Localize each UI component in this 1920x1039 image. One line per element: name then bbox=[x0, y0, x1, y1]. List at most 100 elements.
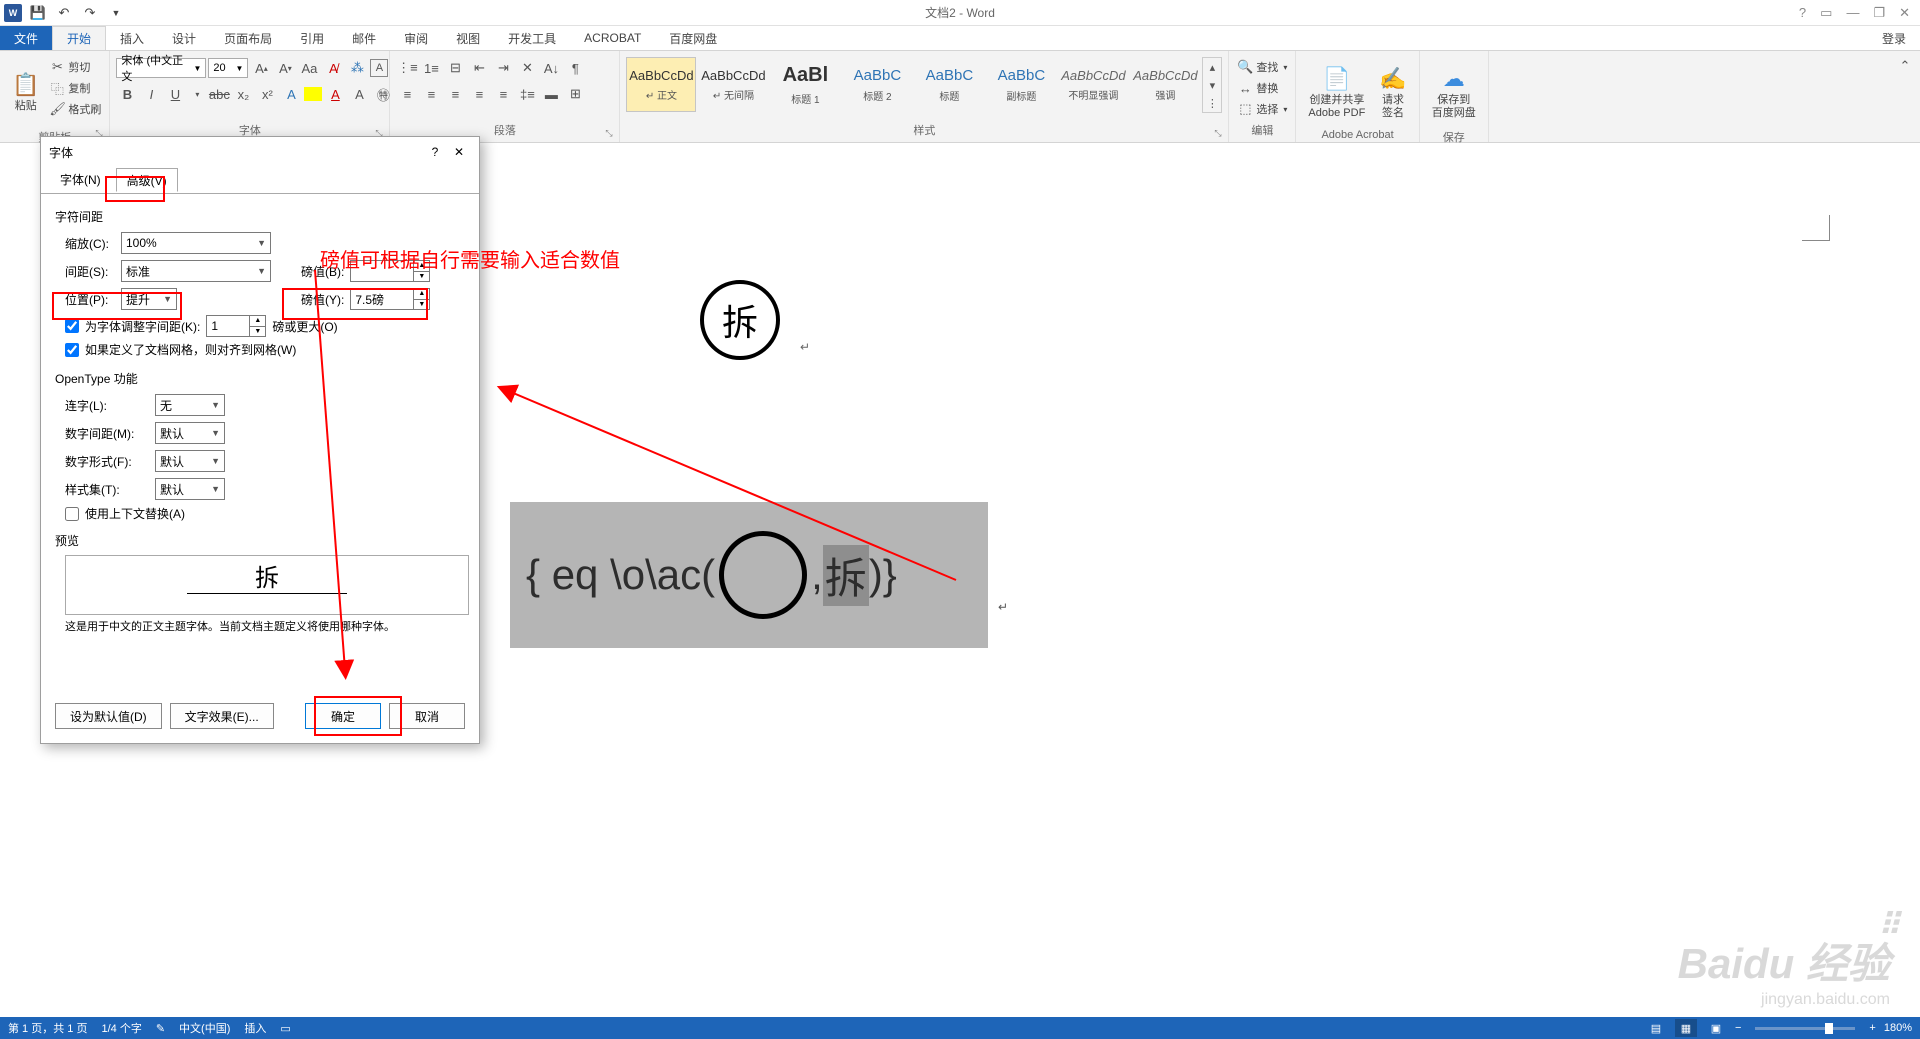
dialog-titlebar[interactable]: 字体 ? ✕ bbox=[41, 137, 479, 167]
kerning-spinner[interactable]: 1▲▼ bbox=[206, 315, 266, 337]
style-title[interactable]: AaBbC标题 bbox=[914, 57, 984, 112]
shading-icon[interactable]: ▬ bbox=[540, 83, 562, 105]
status-page[interactable]: 第 1 页，共 1 页 bbox=[8, 1020, 87, 1036]
zoom-in-icon[interactable]: + bbox=[1869, 1022, 1875, 1034]
login-link[interactable]: 登录 bbox=[1868, 26, 1920, 50]
spin-up-icon[interactable]: ▲ bbox=[413, 289, 429, 300]
strikethrough-icon[interactable]: abc bbox=[208, 83, 230, 105]
cut-button[interactable]: ✂剪切 bbox=[47, 57, 103, 77]
save-icon[interactable]: 💾 bbox=[28, 3, 48, 23]
contextual-checkbox[interactable] bbox=[65, 507, 79, 521]
styles-down-icon[interactable]: ▾ bbox=[1203, 76, 1221, 94]
zoom-slider[interactable] bbox=[1755, 1027, 1855, 1030]
styles-more-icon[interactable]: ⋮ bbox=[1203, 94, 1221, 112]
justify-icon[interactable]: ≡ bbox=[468, 83, 490, 105]
distribute-icon[interactable]: ≡ bbox=[492, 83, 514, 105]
status-words[interactable]: 1/4 个字 bbox=[101, 1020, 141, 1036]
styles-up-icon[interactable]: ▴ bbox=[1203, 58, 1221, 76]
set-default-button[interactable]: 设为默认值(D) bbox=[55, 703, 162, 729]
tab-view[interactable]: 视图 bbox=[442, 26, 494, 50]
field-code-block[interactable]: { eq \o\ac( , 拆 )} bbox=[510, 502, 988, 648]
dialog-help-icon[interactable]: ? bbox=[423, 140, 447, 164]
tab-design[interactable]: 设计 bbox=[158, 26, 210, 50]
superscript-icon[interactable]: x² bbox=[256, 83, 278, 105]
num-spacing-combo[interactable]: 默认▼ bbox=[155, 422, 225, 444]
style-heading2[interactable]: AaBbC标题 2 bbox=[842, 57, 912, 112]
position-combo[interactable]: 提升▼ bbox=[121, 288, 177, 310]
copy-button[interactable]: ⿻复制 bbox=[47, 78, 103, 98]
font-size-combo[interactable]: 20▼ bbox=[208, 58, 248, 78]
increase-indent-icon[interactable]: ⇥ bbox=[492, 57, 514, 79]
subscript-icon[interactable]: x₂ bbox=[232, 83, 254, 105]
contextual-check[interactable]: 使用上下文替换(A) bbox=[65, 505, 465, 522]
help-icon[interactable]: ? bbox=[1799, 5, 1806, 21]
ligatures-combo[interactable]: 无▼ bbox=[155, 394, 225, 416]
char-shading-icon[interactable]: A bbox=[348, 83, 370, 105]
underline-icon[interactable]: U bbox=[164, 83, 186, 105]
view-read-icon[interactable]: ▤ bbox=[1645, 1019, 1667, 1037]
multilevel-icon[interactable]: ⊟ bbox=[444, 57, 466, 79]
tab-references[interactable]: 引用 bbox=[286, 26, 338, 50]
char-border-icon[interactable]: A bbox=[370, 59, 388, 77]
tab-insert[interactable]: 插入 bbox=[106, 26, 158, 50]
tab-acrobat[interactable]: ACROBAT bbox=[570, 26, 655, 50]
stylistic-combo[interactable]: 默认▼ bbox=[155, 478, 225, 500]
style-subtitle[interactable]: AaBbC副标题 bbox=[986, 57, 1056, 112]
zoom-thumb[interactable] bbox=[1825, 1023, 1833, 1034]
asian-layout-icon[interactable]: ✕ bbox=[516, 57, 538, 79]
tab-review[interactable]: 审阅 bbox=[390, 26, 442, 50]
phonetic-guide-icon[interactable]: ⁂ bbox=[346, 57, 368, 79]
font-name-combo[interactable]: 宋体 (中文正文▼ bbox=[116, 58, 206, 78]
position-pt-spinner[interactable]: 7.5磅▲▼ bbox=[350, 288, 430, 310]
tab-advanced[interactable]: 高级(V) bbox=[116, 168, 178, 192]
save-netdisk-button[interactable]: ☁ 保存到百度网盘 bbox=[1426, 57, 1482, 129]
tab-developer[interactable]: 开发工具 bbox=[494, 26, 570, 50]
bullets-icon[interactable]: ⋮≡ bbox=[396, 57, 418, 79]
tab-home[interactable]: 开始 bbox=[52, 26, 106, 50]
highlight-icon[interactable] bbox=[304, 87, 322, 101]
cancel-button[interactable]: 取消 bbox=[389, 703, 465, 729]
font-color-icon[interactable]: A bbox=[324, 83, 346, 105]
style-emphasis[interactable]: AaBbCcDd强调 bbox=[1130, 57, 1200, 112]
close-icon[interactable]: ✕ bbox=[1899, 5, 1910, 21]
grow-font-icon[interactable]: A▴ bbox=[250, 57, 272, 79]
status-macro-icon[interactable]: ▭ bbox=[280, 1022, 290, 1035]
align-right-icon[interactable]: ≡ bbox=[444, 83, 466, 105]
style-heading1[interactable]: AaBl标题 1 bbox=[770, 57, 840, 112]
show-marks-icon[interactable]: ¶ bbox=[564, 57, 586, 79]
text-effects-icon[interactable]: A bbox=[280, 83, 302, 105]
align-left-icon[interactable]: ≡ bbox=[396, 83, 418, 105]
tab-mailings[interactable]: 邮件 bbox=[338, 26, 390, 50]
clear-format-icon[interactable]: A̸ bbox=[322, 57, 344, 79]
italic-icon[interactable]: I bbox=[140, 83, 162, 105]
paste-button[interactable]: 📋 粘贴 bbox=[6, 57, 45, 129]
paragraph-launcher-icon[interactable]: ⤡ bbox=[605, 128, 617, 140]
spin-down-icon[interactable]: ▼ bbox=[249, 327, 265, 337]
view-web-icon[interactable]: ▣ bbox=[1705, 1019, 1727, 1037]
format-painter-button[interactable]: 🖌格式刷 bbox=[47, 99, 103, 119]
kerning-checkbox[interactable] bbox=[65, 319, 79, 333]
align-center-icon[interactable]: ≡ bbox=[420, 83, 442, 105]
style-subtle-emphasis[interactable]: AaBbCcDd不明显强调 bbox=[1058, 57, 1128, 112]
borders-icon[interactable]: ⊞ bbox=[564, 83, 586, 105]
status-spellcheck-icon[interactable]: ✎ bbox=[156, 1022, 165, 1035]
spin-up-icon[interactable]: ▲ bbox=[249, 316, 265, 327]
find-button[interactable]: 🔍查找▾ bbox=[1235, 57, 1289, 77]
shrink-font-icon[interactable]: A▾ bbox=[274, 57, 296, 79]
underline-menu-icon[interactable]: ▾ bbox=[188, 85, 206, 103]
spacing-combo[interactable]: 标准▼ bbox=[121, 260, 271, 282]
sort-icon[interactable]: A↓ bbox=[540, 57, 562, 79]
change-case-icon[interactable]: Aa bbox=[298, 57, 320, 79]
select-button[interactable]: ⬚选择▾ bbox=[1235, 99, 1289, 119]
redo-icon[interactable]: ↷ bbox=[80, 3, 100, 23]
dialog-close-icon[interactable]: ✕ bbox=[447, 140, 471, 164]
styles-launcher-icon[interactable]: ⤡ bbox=[1214, 128, 1226, 140]
style-normal[interactable]: AaBbCcDd↵ 正文 bbox=[626, 57, 696, 112]
status-language[interactable]: 中文(中国) bbox=[179, 1020, 230, 1036]
style-no-spacing[interactable]: AaBbCcDd↵ 无间隔 bbox=[698, 57, 768, 112]
grid-check[interactable]: 如果定义了文档网格，则对齐到网格(W) bbox=[65, 341, 465, 358]
create-pdf-button[interactable]: 📄 创建并共享Adobe PDF bbox=[1302, 57, 1371, 129]
bold-icon[interactable]: B bbox=[116, 83, 138, 105]
grid-checkbox[interactable] bbox=[65, 343, 79, 357]
restore-icon[interactable]: ❐ bbox=[1873, 5, 1885, 21]
